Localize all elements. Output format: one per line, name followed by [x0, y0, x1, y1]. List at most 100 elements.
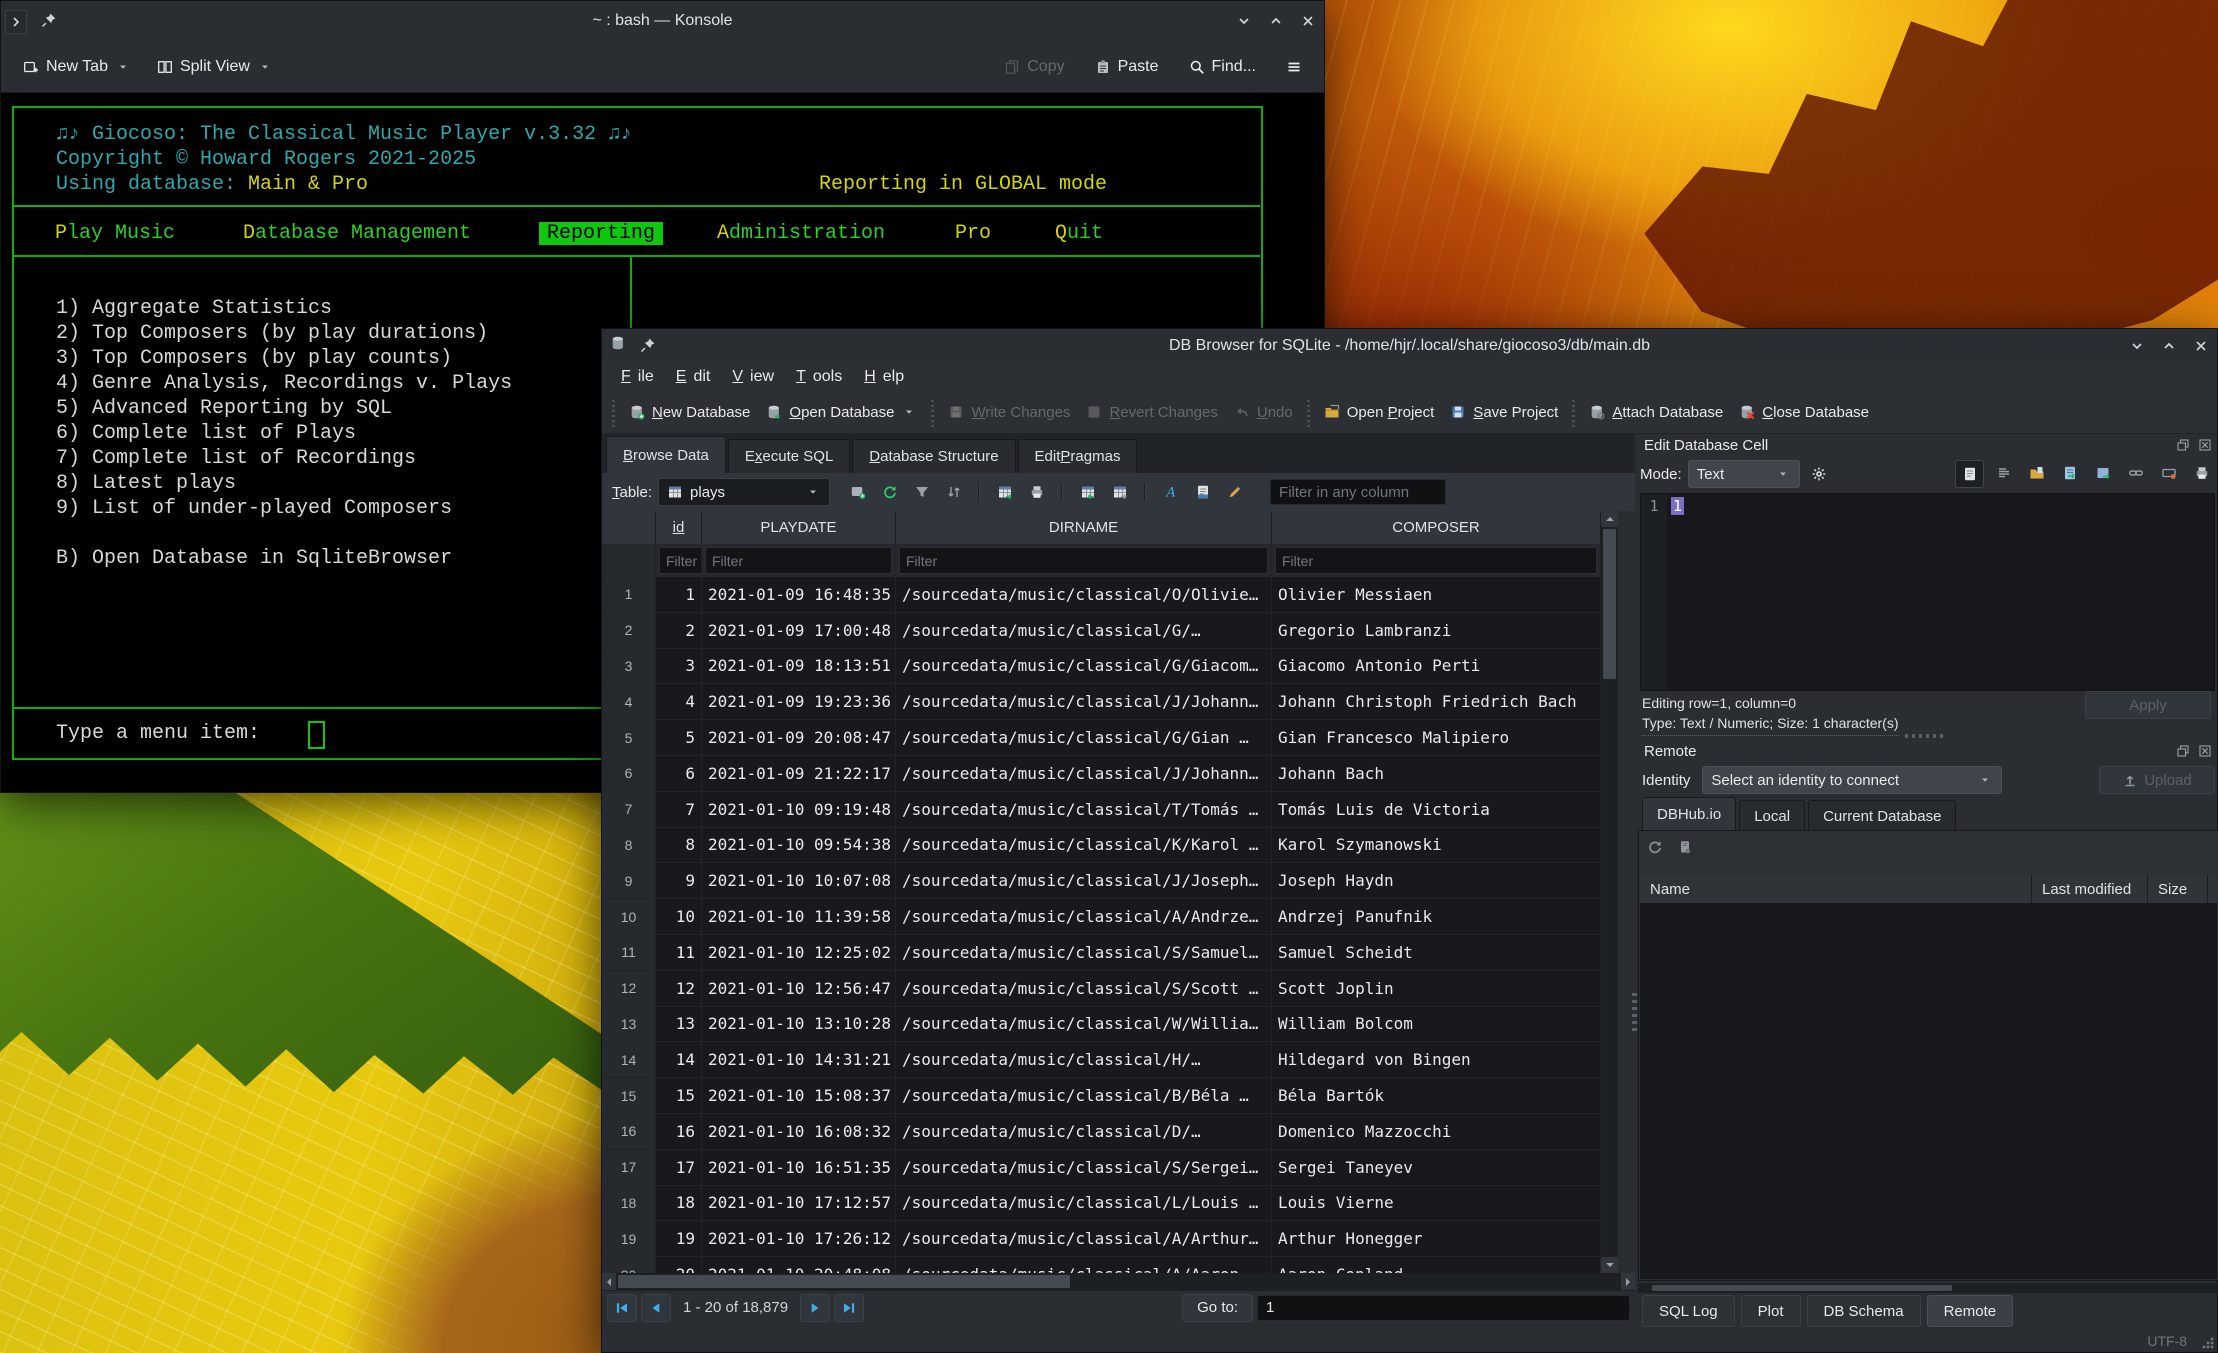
dock-splitter[interactable]	[1905, 734, 1945, 738]
konsole-titlebar[interactable]: ~ : bash — Konsole	[1, 1, 1324, 41]
filter-any-input[interactable]: Filter in any column	[1270, 479, 1446, 505]
tab-local[interactable]: Local	[1739, 800, 1805, 831]
cell-id[interactable]: 10	[656, 899, 702, 934]
cell-id[interactable]: 17	[656, 1150, 702, 1185]
scroll-left-icon[interactable]	[602, 1273, 616, 1290]
horizontal-scrollbar[interactable]	[602, 1273, 1635, 1290]
menu-edit[interactable]: Edit	[667, 366, 720, 388]
cell-playdate[interactable]: 2021-01-10 14:31:21	[702, 1042, 896, 1077]
tab-dbhub-io[interactable]: DBHub.io	[1642, 797, 1736, 831]
paste-button[interactable]: Paste	[1087, 54, 1167, 80]
table-row[interactable]: 10102021-01-10 11:39:58/sourcedata/music…	[602, 899, 1618, 935]
remote-dock-header[interactable]: Remote	[1638, 739, 2218, 763]
cell-id[interactable]: 5	[656, 720, 702, 755]
scroll-up-icon[interactable]	[1601, 511, 1618, 527]
cell-id[interactable]: 9	[656, 863, 702, 898]
find-button[interactable]: Find...	[1181, 54, 1264, 80]
cell-id[interactable]: 3	[656, 649, 702, 684]
cell-dirname[interactable]: /sourcedata/music/classical/S/Sergei…	[896, 1150, 1272, 1185]
cell-playdate[interactable]: 2021-01-10 17:12:57	[702, 1186, 896, 1221]
undo-button[interactable]: Undo	[1226, 400, 1301, 425]
cell-composer[interactable]: Andrzej Panufnik	[1272, 899, 1601, 934]
cell-composer[interactable]: Arthur Honegger	[1272, 1221, 1601, 1256]
next-page-button[interactable]	[800, 1294, 830, 1322]
table-row[interactable]: 222021-01-09 17:00:48/sourcedata/music/c…	[602, 613, 1618, 649]
cell-composer[interactable]: Gian Francesco Malipiero	[1272, 720, 1601, 755]
remote-hscrollbar[interactable]	[1638, 1283, 2218, 1293]
save-project-button[interactable]: Save Project	[1442, 400, 1566, 425]
cell-composer[interactable]: Béla Bartók	[1272, 1078, 1601, 1113]
cell-dirname[interactable]: /sourcedata/music/classical/T/Tomás …	[896, 792, 1272, 827]
filter-input-composer[interactable]: Filter	[1272, 544, 1601, 577]
pin-icon[interactable]	[41, 12, 57, 28]
menu-file[interactable]: File	[612, 366, 663, 388]
column-header-dirname[interactable]: DIRNAME	[896, 511, 1272, 544]
insert-record-icon[interactable]	[991, 479, 1018, 505]
cell-playdate[interactable]: 2021-01-10 16:51:35	[702, 1150, 896, 1185]
hscroll-thumb[interactable]	[1652, 1285, 1952, 1291]
cell-id[interactable]: 4	[656, 684, 702, 719]
cell-composer[interactable]: Johann Bach	[1272, 756, 1601, 791]
table-row[interactable]: 13132021-01-10 13:10:28/sourcedata/music…	[602, 1007, 1618, 1043]
maximize-icon[interactable]	[2161, 338, 2177, 354]
dbbrowser-titlebar[interactable]: DB Browser for SQLite - /home/hjr/.local…	[602, 329, 2217, 362]
tui-list-item[interactable]: 5) Advanced Reporting by SQL	[56, 396, 512, 421]
table-row[interactable]: 332021-01-09 18:13:51/sourcedata/music/c…	[602, 649, 1618, 685]
cell-id[interactable]: 2	[656, 613, 702, 648]
pin-icon[interactable]	[640, 337, 656, 353]
cell-dirname[interactable]: /sourcedata/music/classical/L/Louis …	[896, 1186, 1272, 1221]
cell-dirname[interactable]: /sourcedata/music/classical/O/Olivie…	[896, 577, 1272, 612]
dock-tab-db-schema[interactable]: DB Schema	[1807, 1295, 1921, 1327]
cell-playdate[interactable]: 2021-01-09 18:13:51	[702, 649, 896, 684]
float-icon[interactable]	[2175, 437, 2191, 453]
cell-id[interactable]: 15	[656, 1078, 702, 1113]
tui-list-item[interactable]: 9) List of under-played Composers	[56, 496, 512, 521]
cell-dirname[interactable]: /sourcedata/music/classical/A/Andrze…	[896, 899, 1272, 934]
scroll-down-icon[interactable]	[1601, 1257, 1618, 1273]
cell-playdate[interactable]: 2021-01-10 10:07:08	[702, 863, 896, 898]
cell-composer[interactable]: Olivier Messiaen	[1272, 577, 1601, 612]
dock-close-icon[interactable]	[2197, 437, 2213, 453]
new-database-button[interactable]: New Database	[621, 400, 758, 425]
cell-composer[interactable]: Hildegard von Bingen	[1272, 1042, 1601, 1077]
attach-database-button[interactable]: Attach Database	[1581, 400, 1731, 425]
dock-tab-sql-log[interactable]: SQL Log	[1642, 1295, 1735, 1327]
tab-browse-data[interactable]: Browse Data	[606, 436, 726, 473]
column-header-playdate[interactable]: PLAYDATE	[702, 511, 896, 544]
toolbar-grip[interactable]	[610, 397, 617, 427]
clear-filter-icon[interactable]	[908, 479, 935, 505]
cell-dirname[interactable]: /sourcedata/music/classical/K/Karol …	[896, 828, 1272, 863]
server-icon[interactable]	[1677, 839, 1693, 855]
open-project-button[interactable]: Open Project	[1316, 400, 1443, 425]
tui-list-item[interactable]: 3) Top Composers (by play counts)	[56, 346, 512, 371]
dock-tab-plot[interactable]: Plot	[1741, 1295, 1801, 1327]
tab-edit-pragmas[interactable]: Edit Pragmas	[1018, 439, 1138, 473]
edit-cell-dock-header[interactable]: Edit Database Cell	[1638, 433, 2218, 457]
cell-composer[interactable]: Giacomo Antonio Perti	[1272, 649, 1601, 684]
dock-close-icon[interactable]	[2197, 743, 2213, 759]
copy-button[interactable]: Copy	[996, 54, 1072, 80]
cell-playdate[interactable]: 2021-01-10 09:19:48	[702, 792, 896, 827]
table-row[interactable]: 14142021-01-10 14:31:21/sourcedata/music…	[602, 1042, 1618, 1078]
cell-playdate[interactable]: 2021-01-10 16:08:32	[702, 1114, 896, 1149]
cell-id[interactable]: 14	[656, 1042, 702, 1077]
import-icon[interactable]	[1074, 479, 1101, 505]
cell-composer[interactable]: Gregorio Lambranzi	[1272, 613, 1601, 648]
goto-input[interactable]: 1	[1257, 1295, 1630, 1321]
tui-list-item[interactable]: 6) Complete list of Plays	[56, 421, 512, 446]
cell-playdate[interactable]: 2021-01-10 11:39:58	[702, 899, 896, 934]
cell-dirname[interactable]: /sourcedata/music/classical/W/Willia…	[896, 1007, 1272, 1042]
menu-help[interactable]: Help	[855, 366, 913, 388]
tab-current-database[interactable]: Current Database	[1808, 800, 1956, 831]
tui-menu-reporting[interactable]: Reporting	[539, 221, 663, 246]
column-header-id[interactable]: id	[656, 511, 702, 544]
edit-cell-icon[interactable]	[1221, 479, 1248, 505]
cell-dirname[interactable]: /sourcedata/music/classical/J/Joseph…	[896, 863, 1272, 898]
record-new-icon[interactable]	[844, 479, 871, 505]
table-row[interactable]: 882021-01-10 09:54:38/sourcedata/music/c…	[602, 828, 1618, 864]
sort-icon[interactable]	[940, 479, 967, 505]
cell-id[interactable]: 6	[656, 756, 702, 791]
export-icon[interactable]	[1106, 479, 1133, 505]
panel-splitter[interactable]	[1632, 989, 1637, 1031]
cell-playdate[interactable]: 2021-01-09 21:22:17	[702, 756, 896, 791]
